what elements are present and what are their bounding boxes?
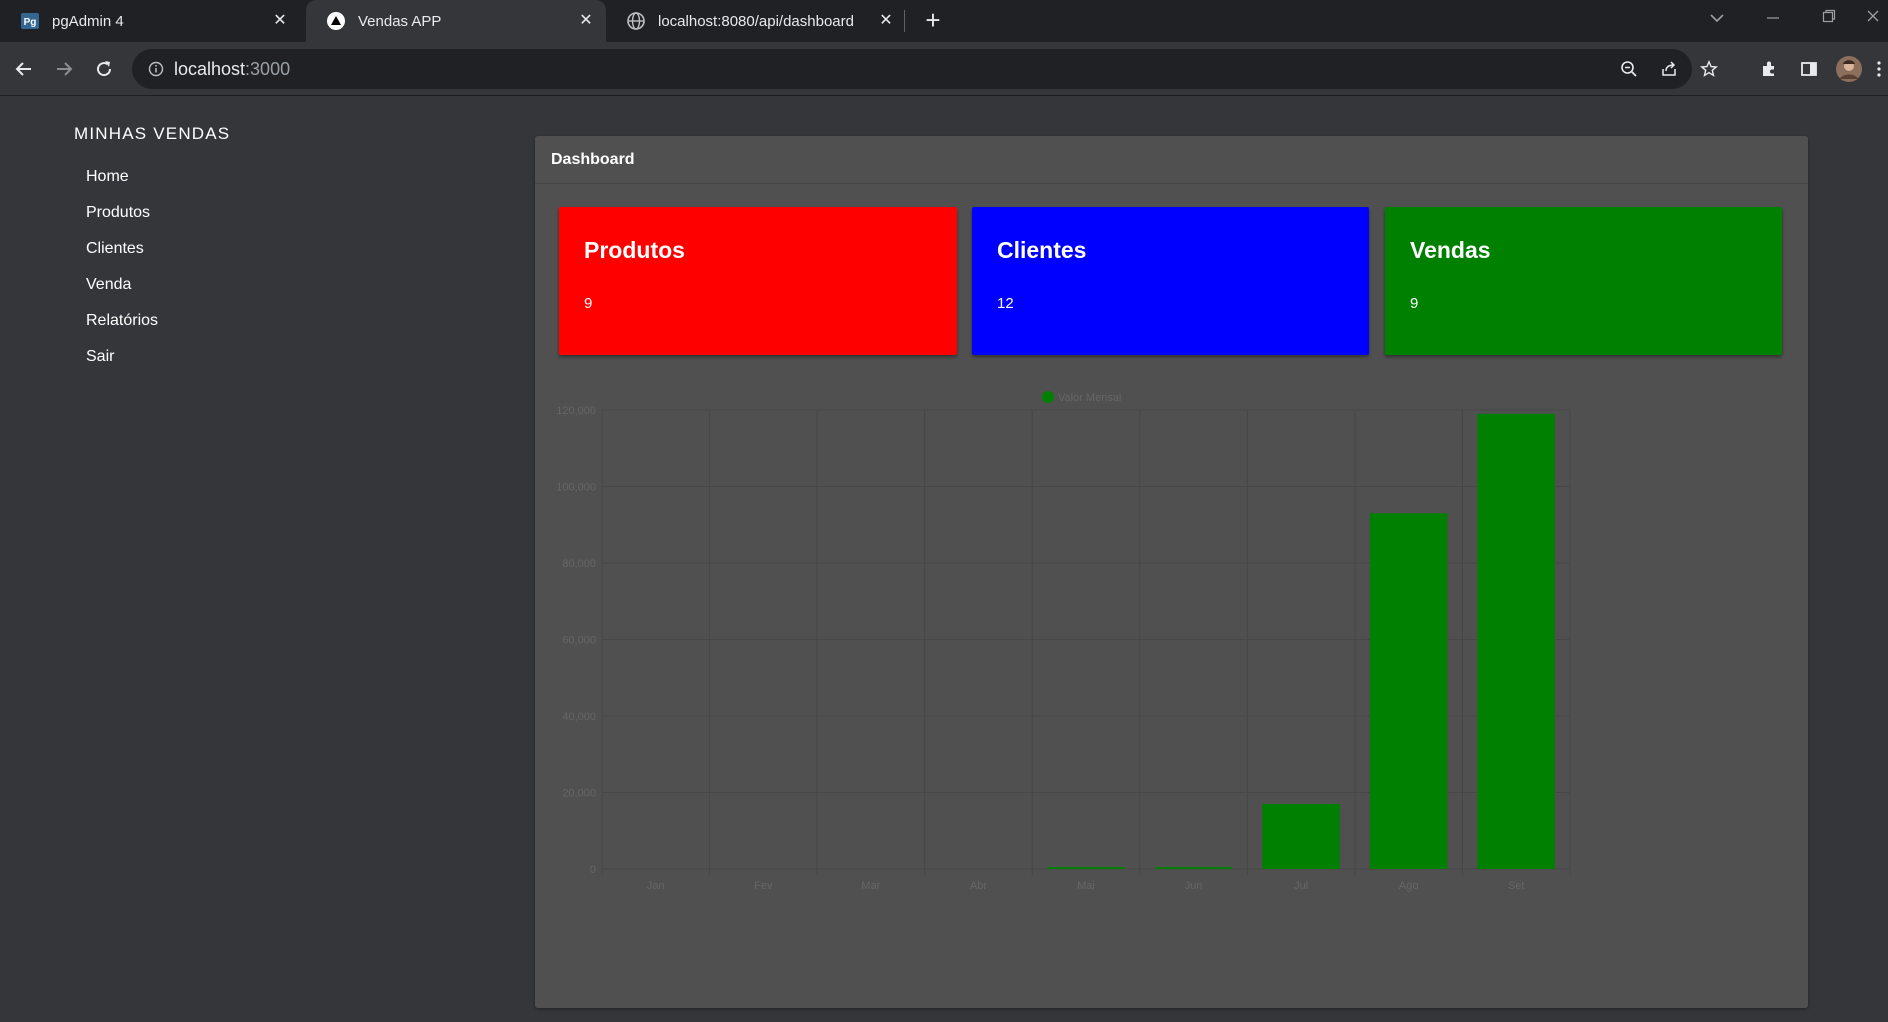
restore-icon[interactable] [1806, 0, 1852, 40]
url-text: localhost:3000 [174, 59, 290, 80]
x-tick-label: Set [1508, 880, 1525, 892]
tab-vendas-app[interactable]: Vendas APP ✕ [306, 0, 606, 42]
x-tick-label: Ago [1399, 880, 1419, 892]
back-arrow-icon[interactable] [9, 54, 39, 84]
sidebar-item-sair[interactable]: Sair [86, 348, 114, 366]
browser-toolbar: localhost:3000 [0, 42, 1888, 96]
tab-title: Vendas APP [358, 12, 442, 30]
x-tick-label: Abr [970, 880, 987, 892]
monthly-sales-bar-chart: 0 20,000 40,000 60,000 80,000 100,000 120,000 J… [556, 391, 1571, 892]
reload-icon[interactable] [89, 54, 119, 84]
app-root: MINHAS VENDAS Home Produtos Clientes Ven… [0, 97, 1888, 1022]
tab-pgadmin[interactable]: Pg pgAdmin 4 ✕ [0, 0, 300, 42]
bar-ago [1369, 513, 1448, 869]
browser-tab-bar: Pg pgAdmin 4 ✕ Vendas APP ✕ localhost:80… [0, 0, 1888, 42]
x-tick-label: Jun [1185, 880, 1203, 892]
new-tab-icon[interactable]: + [918, 6, 948, 36]
y-tick-label: 40,000 [562, 711, 596, 723]
forward-arrow-icon[interactable] [49, 54, 79, 84]
card-title: Produtos [584, 237, 685, 263]
bar-jun [1154, 867, 1233, 869]
x-tick-label: Fev [754, 880, 773, 892]
card-value: 9 [584, 295, 593, 312]
sidebar-item-home[interactable]: Home [86, 168, 129, 186]
close-tab-icon[interactable]: ✕ [876, 11, 896, 31]
zoom-icon[interactable] [1616, 56, 1642, 82]
card-vendas: Vendas 9 [1385, 207, 1782, 355]
url-port: :3000 [245, 59, 291, 79]
bookmark-star-icon[interactable] [1696, 56, 1722, 82]
svg-text:Pg: Pg [24, 17, 37, 28]
menu-kebab-icon[interactable] [1870, 54, 1888, 84]
url-host: localhost [174, 59, 246, 79]
sidebar-item-venda[interactable]: Venda [86, 276, 131, 294]
address-bar[interactable]: localhost:3000 [132, 49, 1718, 89]
panel-header: Dashboard [535, 136, 1808, 184]
tab-title: localhost:8080/api/dashboard [658, 12, 854, 30]
y-tick-label: 120,000 [556, 405, 596, 417]
minimize-icon[interactable] [1750, 0, 1796, 40]
card-clientes: Clientes 12 [972, 207, 1369, 355]
close-tab-icon[interactable]: ✕ [270, 11, 290, 31]
close-tab-icon[interactable]: ✕ [576, 11, 596, 31]
extensions-icon[interactable] [1754, 54, 1784, 84]
tab-separator [904, 10, 905, 32]
y-tick-label: 100,000 [556, 482, 596, 494]
y-tick-label: 20,000 [562, 788, 596, 800]
page-title: Dashboard [551, 151, 635, 168]
sidebar-item-produtos[interactable]: Produtos [86, 204, 150, 222]
share-icon[interactable] [1656, 56, 1682, 82]
card-title: Vendas [1410, 237, 1491, 263]
bar-set [1477, 413, 1555, 869]
y-tick-label: 80,000 [562, 558, 596, 570]
x-tick-label: Mai [1077, 880, 1095, 892]
nextjs-icon [326, 11, 346, 31]
brand-title: MINHAS VENDAS [74, 124, 231, 143]
card-produtos: Produtos 9 [559, 207, 957, 355]
legend-label: Valor Mensal [1058, 392, 1121, 404]
bar-mai [1047, 867, 1125, 869]
sidebar: MINHAS VENDAS Home Produtos Clientes Ven… [0, 97, 520, 1022]
side-panel-icon[interactable] [1794, 54, 1824, 84]
sidebar-item-relatorios[interactable]: Relatórios [86, 312, 158, 330]
y-tick-label: 0 [590, 864, 596, 876]
bar-jul [1262, 803, 1340, 869]
x-tick-label: Mar [861, 880, 880, 892]
x-tick-label: Jul [1294, 880, 1308, 892]
y-tick-label: 60,000 [562, 635, 596, 647]
globe-icon [626, 11, 646, 31]
legend-swatch [1042, 391, 1054, 403]
tab-search-chevron-icon[interactable] [1694, 0, 1740, 40]
site-info-icon[interactable] [143, 56, 169, 82]
sidebar-item-clientes[interactable]: Clientes [86, 240, 144, 258]
close-window-icon[interactable] [1858, 0, 1888, 40]
card-value: 9 [1410, 295, 1419, 312]
tab-api-dashboard[interactable]: localhost:8080/api/dashboard ✕ [606, 0, 906, 42]
card-title: Clientes [997, 237, 1087, 263]
tab-title: pgAdmin 4 [52, 12, 124, 30]
profile-avatar[interactable] [1834, 54, 1864, 84]
dashboard-panel: Dashboard Produtos 9 Clientes 12 Vendas … [535, 136, 1808, 1008]
x-tick-label: Jan [647, 880, 665, 892]
pgadmin-icon: Pg [20, 11, 40, 31]
card-value: 12 [997, 295, 1014, 312]
